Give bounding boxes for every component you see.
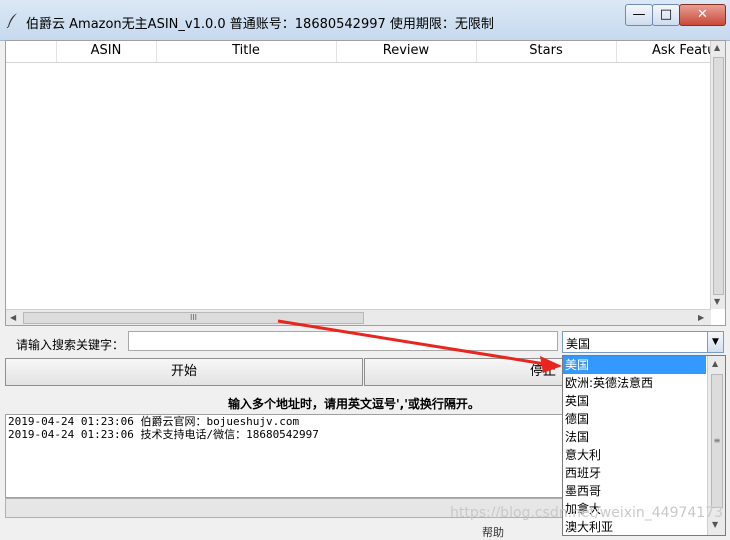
table-horizontal-scrollbar[interactable]: ◀ III ▶: [6, 309, 711, 325]
column-header-ask-feature[interactable]: Ask Featu: [616, 41, 716, 62]
column-header-stars[interactable]: Stars: [476, 41, 617, 62]
search-input[interactable]: [128, 331, 558, 351]
maximize-button[interactable]: □: [652, 4, 680, 26]
menu-help-partial[interactable]: 帮助: [482, 524, 504, 540]
scroll-down-icon[interactable]: ▼: [712, 520, 718, 529]
start-button[interactable]: 开始: [5, 358, 363, 386]
title-bar: 伯爵云 Amazon无主ASIN_v1.0.0 普通账号：18680542997…: [0, 0, 730, 41]
feather-icon: [6, 13, 17, 28]
scroll-right-icon[interactable]: ▶: [698, 313, 704, 322]
chevron-down-icon[interactable]: ▼: [707, 332, 723, 352]
region-option-fr[interactable]: 法国: [563, 428, 706, 446]
log-line: 2019-04-24 01:23:06 技术支持电话/微信：1868054299…: [8, 428, 319, 441]
region-option-de[interactable]: 德国: [563, 410, 706, 428]
column-header-review[interactable]: Review: [336, 41, 477, 62]
stop-button[interactable]: 停止: [364, 358, 564, 386]
results-table[interactable]: ASIN Title Review Stars Ask Featu ▲ ▼ ◀ …: [5, 40, 726, 326]
close-button[interactable]: ✕: [679, 4, 726, 26]
region-option-mx[interactable]: 墨西哥: [563, 482, 706, 500]
region-option-es[interactable]: 西班牙: [563, 464, 706, 482]
region-option-it[interactable]: 意大利: [563, 446, 706, 464]
scroll-down-icon[interactable]: ▼: [714, 297, 720, 306]
region-select[interactable]: 美国 ▼: [562, 331, 724, 353]
scroll-left-icon[interactable]: ◀: [10, 313, 16, 322]
column-header-index: [6, 41, 57, 62]
dropdown-scroll-thumb[interactable]: ≡: [711, 374, 723, 508]
table-header: ASIN Title Review Stars Ask Featu: [6, 41, 716, 63]
vertical-scroll-thumb[interactable]: [713, 57, 724, 295]
instruction-text: 输入多个地址时，请用英文逗号','或换行隔开。: [228, 397, 480, 411]
window-title: 伯爵云 Amazon无主ASIN_v1.0.0 普通账号：18680542997…: [26, 17, 494, 32]
region-option-us[interactable]: 美国: [563, 356, 706, 374]
column-header-title[interactable]: Title: [156, 41, 337, 62]
region-select-value: 美国: [566, 337, 591, 351]
table-vertical-scrollbar[interactable]: ▲ ▼: [710, 41, 725, 309]
column-header-asin[interactable]: ASIN: [56, 41, 157, 62]
region-option-uk[interactable]: 英国: [563, 392, 706, 410]
log-output[interactable]: 2019-04-24 01:23:06 伯爵云官网：bojueshujv.com…: [5, 414, 564, 498]
log-line: 2019-04-24 01:23:06 伯爵云官网：bojueshujv.com: [8, 415, 300, 428]
watermark-text: https://blog.csdn.net/weixin_44974173: [450, 505, 724, 521]
scroll-up-icon[interactable]: ▲: [712, 359, 718, 368]
region-option-eu[interactable]: 欧洲:英德法意西: [563, 374, 706, 392]
horizontal-scroll-thumb[interactable]: III: [23, 312, 364, 324]
search-label: 请输入搜索关键字：: [16, 338, 125, 352]
scroll-up-icon[interactable]: ▲: [714, 43, 720, 52]
minimize-button[interactable]: —: [625, 4, 653, 26]
